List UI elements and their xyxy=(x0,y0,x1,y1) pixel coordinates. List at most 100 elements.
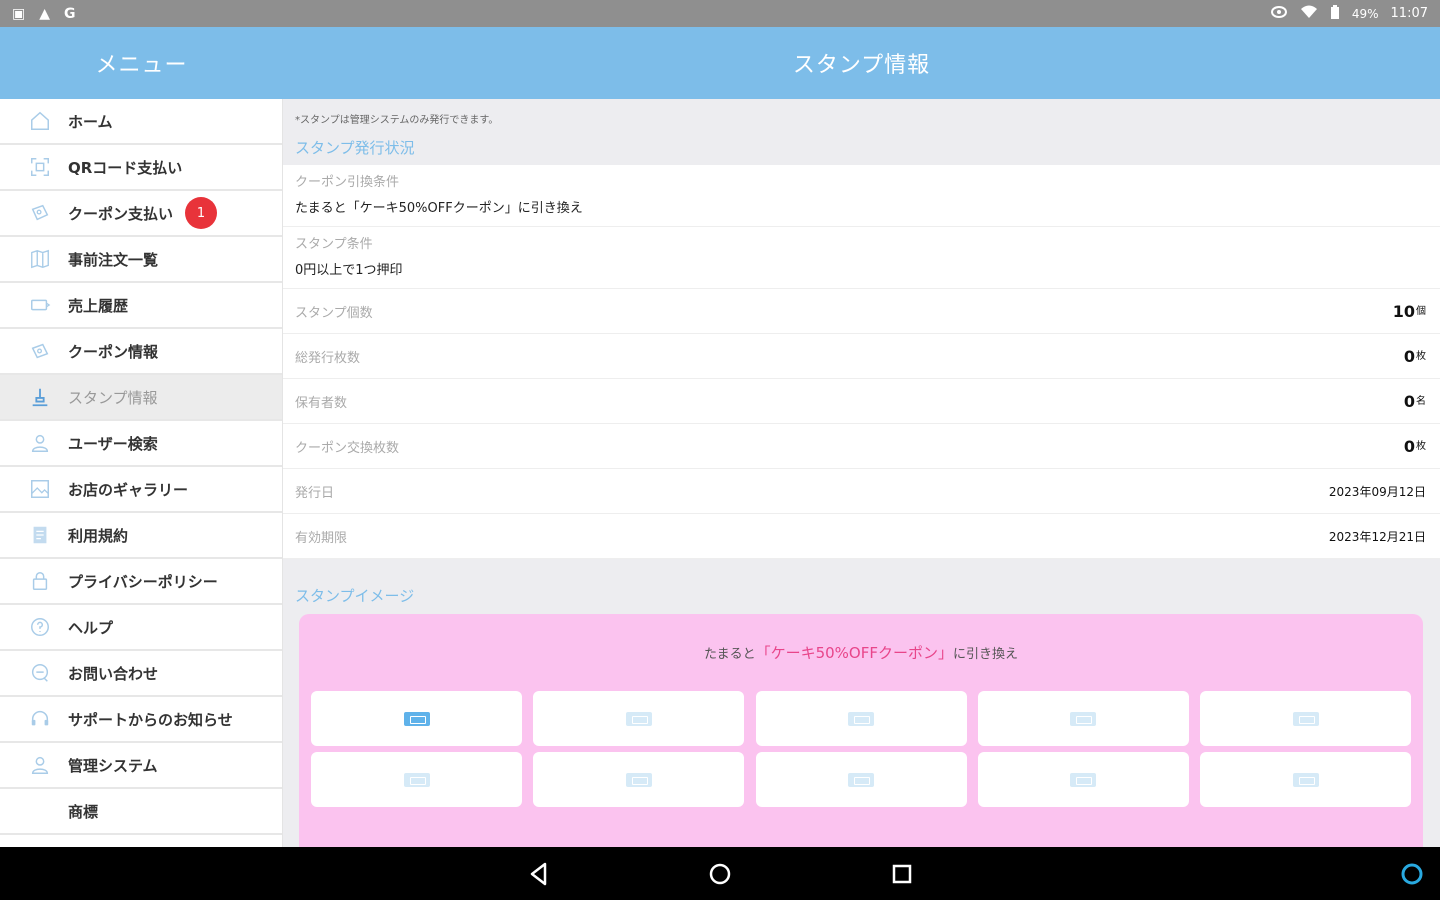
sidebar-item-13[interactable]: サポートからのお知らせ xyxy=(0,697,282,743)
map-icon xyxy=(28,247,52,271)
stamp-slot xyxy=(311,691,522,746)
sidebar-item-label: お問い合わせ xyxy=(68,664,159,683)
sidebar-item-0[interactable]: ホーム xyxy=(0,99,282,145)
main-content[interactable]: *スタンプは管理システムのみ発行できます。 スタンプ発行状況 クーポン引換条件 … xyxy=(283,99,1440,847)
stamp-card-title: たまると「ケーキ50%OFFクーポン」に引き換え xyxy=(299,642,1423,663)
stat-value-wrap: 2023年09月12日 xyxy=(1329,483,1426,500)
stat-value-wrap: 10個 xyxy=(1393,302,1426,321)
lock-icon xyxy=(28,569,52,593)
stamp-slot xyxy=(755,752,967,807)
stamp-card-highlight: 「ケーキ50%OFFクーポン」 xyxy=(755,644,953,662)
stat-label: 総発行枚数 xyxy=(295,350,361,366)
status-time: 11:07 xyxy=(1390,6,1428,21)
stat-row: スタンプ個数 10個 xyxy=(283,289,1440,334)
stat-row: 総発行枚数 0枚 xyxy=(283,334,1440,379)
image-icon: ▣ xyxy=(12,5,26,22)
stamp-slot xyxy=(755,691,967,746)
sidebar-item-9[interactable]: 利用規約 xyxy=(0,513,282,559)
stat-value-wrap: 0枚 xyxy=(1404,437,1426,456)
stat-unit: 枚 xyxy=(1416,440,1426,452)
sidebar-item-label: クーポン支払い xyxy=(68,204,174,223)
app-header: メニュー スタンプ情報 xyxy=(0,27,1440,99)
admin-user-icon xyxy=(28,753,52,777)
sidebar-menu: ホーム QRコード支払いクーポン支払い 1 事前注文一覧 売上履歴クーポン情報 スタンプ情… xyxy=(0,99,283,847)
stamp-mark-icon xyxy=(625,772,652,787)
sidebar-item-8[interactable]: お店のギャラリー xyxy=(0,467,282,513)
recents-button[interactable] xyxy=(888,860,916,888)
home-circle-icon xyxy=(709,863,731,885)
stamp-mark-icon xyxy=(848,772,874,787)
stamp-card: たまると「ケーキ50%OFFクーポン」に引き換え xyxy=(299,614,1423,847)
stamp-slot xyxy=(977,752,1189,807)
stamp-card-prefix: たまると xyxy=(703,647,756,662)
stat-value-wrap: 0名 xyxy=(1404,392,1426,411)
sidebar-item-label: ユーザー検索 xyxy=(68,434,158,453)
sidebar-item-label: スタンプ情報 xyxy=(68,388,158,407)
user-icon xyxy=(28,431,52,455)
stamp-condition-value: 0円以上で1つ押印 xyxy=(283,253,1440,289)
stamp-mark-icon xyxy=(1292,711,1319,726)
sidebar-item-15[interactable]: 商標 xyxy=(0,789,282,835)
sidebar-item-1[interactable]: QRコード支払い xyxy=(0,145,282,191)
stamp-stats-list: スタンプ個数 10個 総発行枚数 0枚 保有者数 0名 クーポン交換枚数 0枚 発行日 2023年… xyxy=(283,289,1440,559)
stat-value-wrap: 0枚 xyxy=(1404,347,1426,366)
sidebar-item-11[interactable]: ヘルプ xyxy=(0,605,282,651)
assistant-icon xyxy=(1401,863,1423,885)
sidebar-item-12[interactable]: お問い合わせ xyxy=(0,651,282,697)
chat-icon xyxy=(28,661,52,685)
stat-unit: 枚 xyxy=(1416,350,1426,362)
stat-value: 2023年12月21日 xyxy=(1328,529,1426,544)
sidebar-item-2[interactable]: クーポン支払い 1 xyxy=(0,191,282,237)
page-title: スタンプ情報 xyxy=(792,53,931,78)
stamp-slot xyxy=(533,752,745,807)
warning-icon: ▲ xyxy=(39,5,51,22)
stamp-icon xyxy=(28,385,52,409)
stat-row: 有効期限 2023年12月21日 xyxy=(283,514,1440,559)
gallery-icon xyxy=(28,477,52,501)
sidebar-item-3[interactable]: 事前注文一覧 xyxy=(0,237,282,283)
home-icon xyxy=(28,109,52,133)
sidebar-item-5[interactable]: クーポン情報 xyxy=(0,329,282,375)
stamp-mark-icon xyxy=(1070,711,1097,726)
headset-icon xyxy=(28,707,52,731)
back-button[interactable] xyxy=(525,860,553,888)
stamp-mark-icon xyxy=(1292,772,1319,787)
stat-label: 保有者数 xyxy=(295,395,348,411)
status-right-icons: 49% 11:07 xyxy=(1270,5,1428,22)
stat-value: 2023年09月12日 xyxy=(1328,484,1426,499)
recents-icon xyxy=(892,864,912,884)
back-icon xyxy=(530,862,547,886)
sidebar-item-label: 売上履歴 xyxy=(68,296,129,315)
sidebar-item-label: お店のギャラリー xyxy=(68,480,189,499)
sidebar-item-label: 事前注文一覧 xyxy=(68,250,159,269)
stamp-mark-icon xyxy=(1070,772,1097,787)
sidebar-item-7[interactable]: ユーザー検索 xyxy=(0,421,282,467)
stat-value: 0 xyxy=(1403,346,1415,366)
home-button[interactable] xyxy=(706,860,734,888)
stamp-mark-icon xyxy=(403,711,430,726)
sidebar-item-10[interactable]: プライバシーポリシー xyxy=(0,559,282,605)
stamp-card-suffix: に引き換え xyxy=(953,647,1019,662)
coupon-icon xyxy=(28,339,52,363)
sidebar-item-label: クーポン情報 xyxy=(68,342,159,361)
notification-badge: 1 xyxy=(185,197,218,229)
stamp-grid xyxy=(311,691,1411,807)
sidebar-item-label: プライバシーポリシー xyxy=(68,572,218,591)
battery-icon xyxy=(1330,5,1340,22)
stat-label: 有効期限 xyxy=(295,530,348,546)
image-section-title: スタンプイメージ xyxy=(295,587,415,605)
menu-title: メニュー xyxy=(95,53,188,78)
sidebar-item-4[interactable]: 売上履歴 xyxy=(0,283,282,329)
coupon-condition-label: クーポン引換条件 xyxy=(295,175,400,190)
stamp-mark-icon xyxy=(848,711,874,726)
stamp-mark-icon xyxy=(403,772,430,787)
stat-row: 発行日 2023年09月12日 xyxy=(283,469,1440,514)
sidebar-item-6[interactable]: スタンプ情報 xyxy=(0,375,282,421)
sidebar-item-label: ヘルプ xyxy=(68,618,114,637)
sidebar-item-label: 利用規約 xyxy=(68,526,129,545)
ticket-icon xyxy=(28,293,52,317)
sidebar-item-14[interactable]: 管理システム xyxy=(0,743,282,789)
battery-percent: 49% xyxy=(1351,6,1379,21)
assistant-button[interactable] xyxy=(1398,860,1426,888)
qr-scan-icon xyxy=(28,155,52,179)
